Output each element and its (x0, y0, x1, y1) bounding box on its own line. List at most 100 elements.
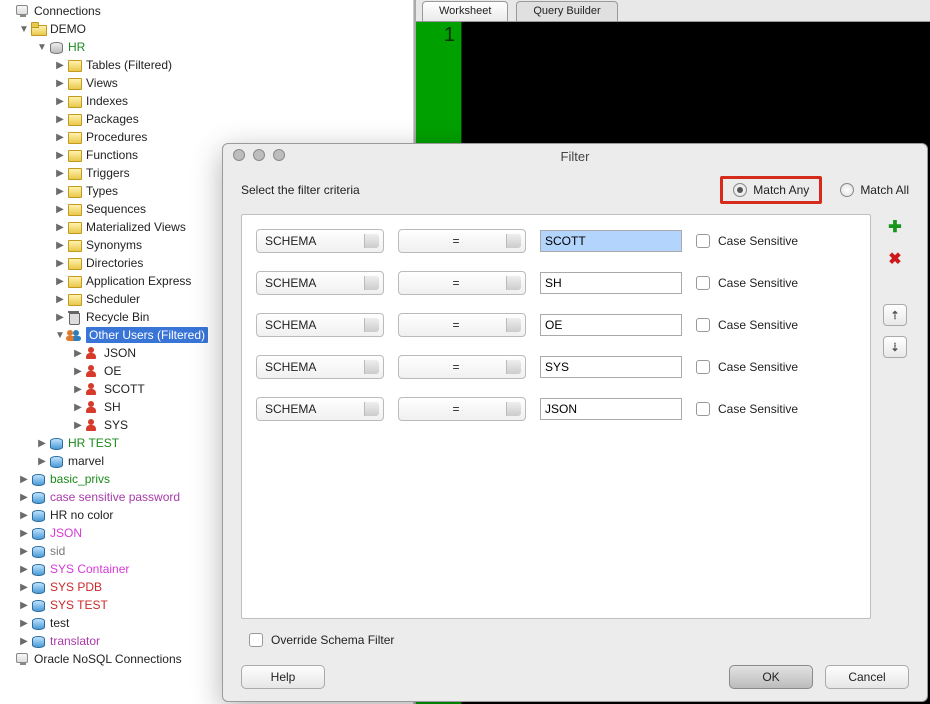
chevron-right-icon[interactable] (54, 114, 66, 125)
tree-node[interactable]: Tables (Filtered) (0, 56, 413, 74)
filter-value-input[interactable] (540, 230, 682, 252)
chevron-right-icon[interactable] (18, 618, 30, 629)
operator-select[interactable]: =▴▾ (398, 313, 526, 337)
chevron-right-icon[interactable] (18, 546, 30, 557)
operator-select[interactable]: =▴▾ (398, 397, 526, 421)
chevron-right-icon[interactable] (18, 636, 30, 647)
cancel-button[interactable]: Cancel (825, 665, 909, 689)
radio-icon (840, 183, 854, 197)
chevron-right-icon[interactable] (72, 366, 84, 377)
tree-node[interactable]: Packages (0, 110, 413, 128)
chevron-right-icon[interactable] (18, 474, 30, 485)
case-sensitive-checkbox[interactable]: Case Sensitive (696, 360, 798, 374)
checkbox-icon[interactable] (696, 276, 710, 290)
column-select[interactable]: SCHEMA▴▾ (256, 271, 384, 295)
match-all-radio[interactable]: Match All (840, 183, 909, 197)
users-icon (66, 328, 82, 342)
chevron-right-icon[interactable] (54, 96, 66, 107)
user-icon (84, 418, 100, 432)
filter-value-input[interactable] (540, 356, 682, 378)
chevron-right-icon[interactable] (54, 222, 66, 233)
add-row-button[interactable]: ✚ (884, 216, 906, 238)
chevron-right-icon[interactable] (54, 276, 66, 287)
match-any-radio[interactable]: Match Any (720, 176, 822, 204)
chevron-right-icon[interactable] (36, 456, 48, 467)
zoom-icon[interactable] (273, 149, 285, 161)
chevron-right-icon[interactable] (72, 420, 84, 431)
checkbox-icon[interactable] (696, 360, 710, 374)
tab-query-builder[interactable]: Query Builder (516, 1, 617, 21)
filter-value-input[interactable] (540, 314, 682, 336)
chevron-updown-icon: ▴▾ (372, 318, 376, 330)
chevron-right-icon[interactable] (54, 132, 66, 143)
object-type-icon (66, 274, 82, 288)
override-schema-filter[interactable]: Override Schema Filter (249, 633, 909, 647)
tree-label: Tables (Filtered) (86, 58, 172, 72)
chevron-right-icon[interactable] (18, 510, 30, 521)
case-sensitive-checkbox[interactable]: Case Sensitive (696, 234, 798, 248)
checkbox-icon[interactable] (696, 402, 710, 416)
chevron-right-icon[interactable] (72, 402, 84, 413)
tree-label: Synonyms (86, 238, 142, 252)
chevron-right-icon[interactable] (54, 186, 66, 197)
tree-node-hr[interactable]: HR (0, 38, 413, 56)
chevron-right-icon[interactable] (54, 60, 66, 71)
chevron-right-icon[interactable] (18, 582, 30, 593)
column-select[interactable]: SCHEMA▴▾ (256, 355, 384, 379)
column-select[interactable]: SCHEMA▴▾ (256, 313, 384, 337)
tree-label: Connections (34, 4, 101, 18)
chevron-right-icon[interactable] (54, 312, 66, 323)
chevron-updown-icon: ▴▾ (372, 360, 376, 372)
chevron-right-icon[interactable] (36, 438, 48, 449)
filter-value-input[interactable] (540, 398, 682, 420)
case-sensitive-checkbox[interactable]: Case Sensitive (696, 276, 798, 290)
chevron-right-icon[interactable] (18, 528, 30, 539)
chevron-down-icon[interactable] (36, 42, 48, 53)
chevron-down-icon[interactable] (54, 330, 66, 341)
chevron-right-icon[interactable] (54, 168, 66, 179)
filter-value-input[interactable] (540, 272, 682, 294)
chevron-right-icon[interactable] (54, 150, 66, 161)
checkbox-icon[interactable] (696, 318, 710, 332)
tree-node[interactable]: Indexes (0, 92, 413, 110)
checkbox-icon[interactable] (696, 234, 710, 248)
close-icon[interactable] (233, 149, 245, 161)
operator-select[interactable]: =▴▾ (398, 271, 526, 295)
db-icon (30, 472, 46, 486)
column-select[interactable]: SCHEMA▴▾ (256, 397, 384, 421)
chevron-right-icon[interactable] (72, 384, 84, 395)
operator-select[interactable]: =▴▾ (398, 355, 526, 379)
chevron-right-icon[interactable] (54, 258, 66, 269)
column-select[interactable]: SCHEMA▴▾ (256, 229, 384, 253)
help-button[interactable]: Help (241, 665, 325, 689)
object-type-icon (66, 184, 82, 198)
minimize-icon[interactable] (253, 149, 265, 161)
move-up-button[interactable]: ⇡ (883, 304, 907, 326)
tab-worksheet[interactable]: Worksheet (422, 1, 508, 21)
chevron-right-icon[interactable] (54, 240, 66, 251)
chevron-down-icon[interactable] (18, 24, 30, 35)
chevron-right-icon[interactable] (18, 492, 30, 503)
tree-node-demo[interactable]: DEMO (0, 20, 413, 38)
db-icon (30, 616, 46, 630)
chevron-right-icon[interactable] (54, 204, 66, 215)
operator-select[interactable]: =▴▾ (398, 229, 526, 253)
chevron-right-icon[interactable] (18, 600, 30, 611)
chevron-right-icon[interactable] (72, 348, 84, 359)
move-down-button[interactable]: ⇣ (883, 336, 907, 358)
chevron-right-icon[interactable] (18, 564, 30, 575)
connections-icon (14, 4, 30, 18)
dialog-titlebar[interactable]: Filter (223, 144, 927, 168)
chevron-right-icon[interactable] (54, 294, 66, 305)
checkbox-icon[interactable] (249, 633, 263, 647)
case-sensitive-checkbox[interactable]: Case Sensitive (696, 318, 798, 332)
case-sensitive-checkbox[interactable]: Case Sensitive (696, 402, 798, 416)
tree-root-connections[interactable]: Connections (0, 2, 413, 20)
object-type-icon (66, 94, 82, 108)
chevron-right-icon[interactable] (54, 78, 66, 89)
editor-tabs: Worksheet Query Builder (416, 0, 930, 22)
delete-row-button[interactable]: ✖ (884, 248, 906, 270)
tree-node[interactable]: Views (0, 74, 413, 92)
ok-button[interactable]: OK (729, 665, 813, 689)
tree-label: Oracle NoSQL Connections (34, 652, 182, 666)
